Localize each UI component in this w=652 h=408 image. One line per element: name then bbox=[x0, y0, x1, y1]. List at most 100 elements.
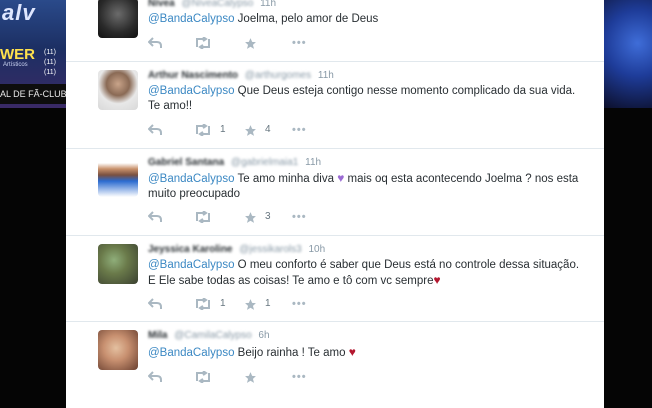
tweet[interactable]: Jeyssica Karoline @jessikarols3 10h @Ban… bbox=[66, 235, 604, 322]
tweet-header: Mila @CamilaCalypso 6h bbox=[148, 330, 270, 341]
reply-icon bbox=[148, 124, 162, 135]
avatar[interactable] bbox=[98, 0, 138, 38]
tweet[interactable]: Mila @CamilaCalypso 6h @BandaCalypso Bei… bbox=[66, 321, 604, 408]
tweet-time[interactable]: 11h bbox=[318, 70, 334, 81]
tweet-actions: 1 1 ••• bbox=[148, 297, 348, 311]
tweet[interactable]: Gabriel Santana @gabrielmaia1 11h @Banda… bbox=[66, 148, 604, 236]
reply-icon bbox=[148, 371, 162, 382]
avatar[interactable] bbox=[98, 70, 138, 110]
tweet-body: Joelma, pelo amor de Deus bbox=[234, 13, 379, 25]
user-handle[interactable]: @CamilaCalypso bbox=[174, 330, 251, 341]
user-handle[interactable]: @arthurgomes bbox=[245, 70, 311, 81]
star-icon bbox=[245, 124, 256, 136]
banner-word: WER bbox=[0, 46, 35, 63]
reply-button[interactable] bbox=[148, 297, 162, 311]
banner-title: alv bbox=[2, 0, 36, 25]
retweet-button[interactable] bbox=[194, 370, 220, 384]
favorite-count: 1 bbox=[265, 298, 271, 309]
more-button[interactable]: ••• bbox=[292, 123, 307, 137]
tweet-actions: 1 4 ••• bbox=[148, 123, 348, 137]
tweet-text: @BandaCalypso Te amo minha diva ♥ mais o… bbox=[148, 171, 588, 202]
banner-number: (11) bbox=[44, 49, 56, 56]
tweet-time[interactable]: 11h bbox=[305, 157, 321, 168]
retweet-button[interactable] bbox=[194, 210, 220, 224]
favorite-count: 3 bbox=[265, 211, 271, 222]
user-name[interactable]: Nivea bbox=[148, 0, 175, 9]
reply-button[interactable] bbox=[148, 123, 162, 137]
favorite-button[interactable]: 1 bbox=[244, 297, 271, 311]
reply-button[interactable] bbox=[148, 36, 162, 50]
tweet-text: @BandaCalypso Que Deus esteja contigo ne… bbox=[148, 84, 588, 114]
tweet-body: Beijo rainha ! Te amo bbox=[234, 347, 349, 359]
tweet-text: @BandaCalypso O meu conforto é saber que… bbox=[148, 258, 588, 289]
tweet-text: @BandaCalypso Beijo rainha ! Te amo ♥ bbox=[148, 345, 588, 361]
more-icon: ••• bbox=[292, 371, 307, 383]
retweet-button[interactable]: 1 bbox=[194, 123, 226, 137]
banner-number: (11) bbox=[44, 69, 56, 76]
more-icon: ••• bbox=[292, 298, 307, 310]
user-name[interactable]: Gabriel Santana bbox=[148, 157, 224, 168]
favorite-button[interactable]: 3 bbox=[244, 210, 271, 224]
red-heart-icon: ♥ bbox=[348, 345, 356, 359]
fan-club-banner: alv WER Artísticos (11) (11) (11) AL DE … bbox=[0, 0, 66, 108]
tweet-header: Jeyssica Karoline @jessikarols3 10h bbox=[148, 244, 325, 255]
reply-button[interactable] bbox=[148, 210, 162, 224]
more-button[interactable]: ••• bbox=[292, 36, 307, 50]
reply-icon bbox=[148, 211, 162, 222]
user-name[interactable]: Mila bbox=[148, 330, 167, 341]
more-button[interactable]: ••• bbox=[292, 210, 307, 224]
user-name[interactable]: Arthur Nascimento bbox=[148, 70, 238, 81]
star-icon bbox=[245, 298, 256, 310]
user-handle[interactable]: @jessikarols3 bbox=[239, 244, 301, 255]
retweet-icon bbox=[196, 298, 210, 310]
avatar[interactable] bbox=[98, 244, 138, 284]
user-handle[interactable]: @gabrielmaia1 bbox=[231, 157, 298, 168]
tweet[interactable]: Nivea @NiveaCalypso 11h @BandaCalypso Jo… bbox=[66, 0, 604, 62]
tweet-body: Te amo minha diva bbox=[234, 173, 334, 185]
retweet-count: 1 bbox=[220, 298, 226, 309]
retweet-icon bbox=[196, 211, 210, 223]
tweet-time[interactable]: 6h bbox=[258, 330, 269, 341]
more-button[interactable]: ••• bbox=[292, 297, 307, 311]
favorite-button[interactable] bbox=[244, 36, 265, 50]
more-button[interactable]: ••• bbox=[292, 370, 307, 384]
background-left: alv WER Artísticos (11) (11) (11) AL DE … bbox=[0, 0, 66, 408]
favorite-count: 4 bbox=[265, 124, 271, 135]
avatar[interactable] bbox=[98, 330, 138, 370]
banner-number: (11) bbox=[44, 59, 56, 66]
reply-button[interactable] bbox=[148, 370, 162, 384]
retweet-count: 1 bbox=[220, 124, 226, 135]
retweet-button[interactable]: 1 bbox=[194, 297, 226, 311]
banner-footer: AL DE FÃ-CLUBE bbox=[0, 84, 66, 104]
mention-link[interactable]: @BandaCalypso bbox=[148, 85, 234, 97]
more-icon: ••• bbox=[292, 37, 307, 49]
reply-icon bbox=[148, 37, 162, 48]
retweet-icon bbox=[196, 371, 210, 383]
tweet[interactable]: Arthur Nascimento @arthurgomes 11h @Band… bbox=[66, 61, 604, 149]
favorite-button[interactable] bbox=[244, 370, 265, 384]
user-handle[interactable]: @NiveaCalypso bbox=[181, 0, 253, 9]
mention-link[interactable]: @BandaCalypso bbox=[148, 173, 234, 185]
tweet-time[interactable]: 10h bbox=[308, 244, 325, 255]
red-heart-icon: ♥ bbox=[433, 273, 441, 287]
mention-link[interactable]: @BandaCalypso bbox=[148, 259, 234, 271]
tweet-text: @BandaCalypso Joelma, pelo amor de Deus bbox=[148, 12, 588, 27]
tweet-header: Nivea @NiveaCalypso 11h bbox=[148, 0, 276, 9]
mention-link[interactable]: @BandaCalypso bbox=[148, 347, 234, 359]
tweet-header: Gabriel Santana @gabrielmaia1 11h bbox=[148, 157, 321, 168]
avatar[interactable] bbox=[98, 157, 138, 197]
tweet-timeline: Nivea @NiveaCalypso 11h @BandaCalypso Jo… bbox=[66, 0, 604, 408]
tweet-header: Arthur Nascimento @arthurgomes 11h bbox=[148, 70, 334, 81]
favorite-button[interactable]: 4 bbox=[244, 123, 271, 137]
retweet-button[interactable] bbox=[194, 36, 220, 50]
more-icon: ••• bbox=[292, 211, 307, 223]
mention-link[interactable]: @BandaCalypso bbox=[148, 13, 234, 25]
star-icon bbox=[245, 211, 256, 223]
reply-icon bbox=[148, 298, 162, 309]
user-name[interactable]: Jeyssica Karoline bbox=[148, 244, 233, 255]
tweet-time[interactable]: 11h bbox=[260, 0, 276, 9]
more-icon: ••• bbox=[292, 124, 307, 136]
star-icon bbox=[245, 371, 256, 383]
background-art bbox=[604, 0, 652, 108]
banner-numbers: (11) (11) (11) bbox=[44, 48, 56, 78]
